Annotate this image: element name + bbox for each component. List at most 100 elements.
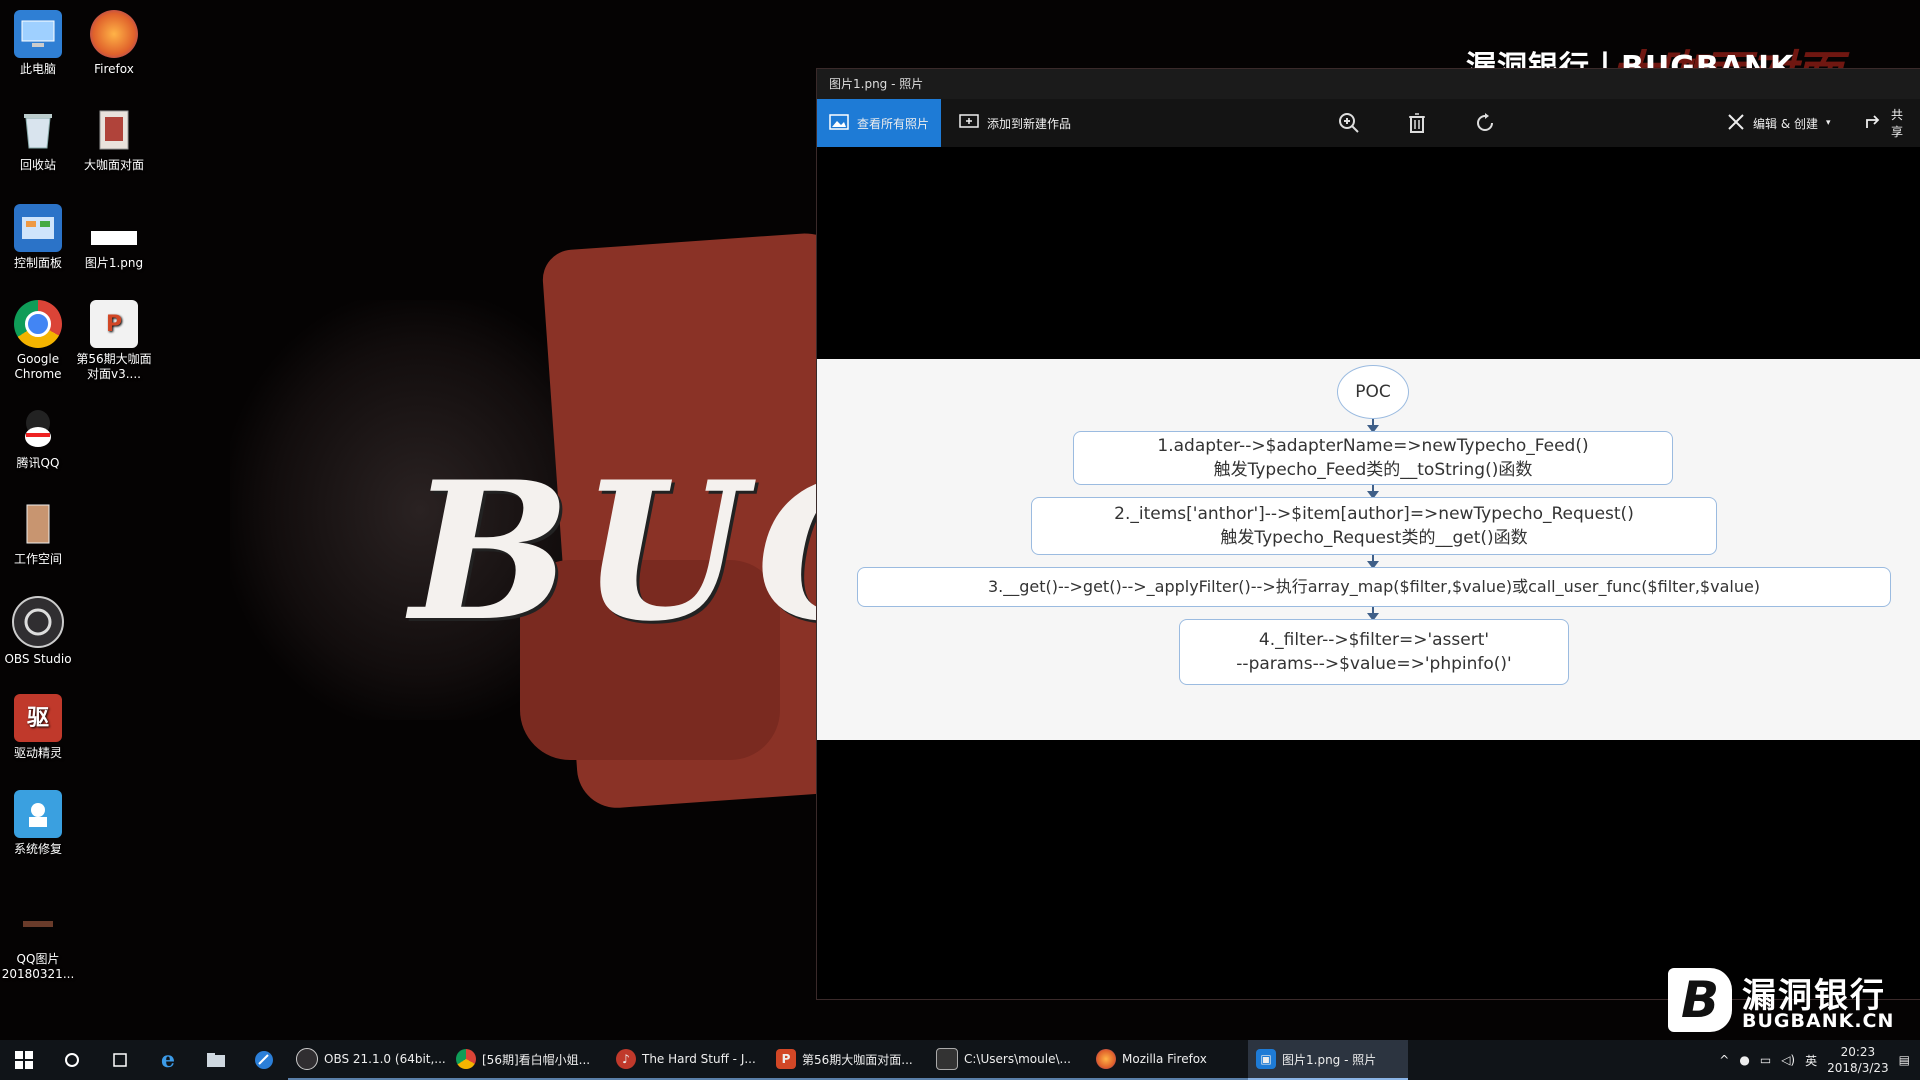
desktop-icon-label: 图片1.png	[84, 256, 144, 270]
desktop-icon-qq[interactable]: 腾讯QQ	[0, 404, 76, 471]
flow-step-line: --params-->$value=>'phpinfo()'	[1236, 654, 1512, 674]
add-to-creation-button[interactable]: 添加到新建作品	[947, 99, 1083, 147]
qq-icon	[14, 404, 62, 452]
edge-icon[interactable]: e	[144, 1040, 192, 1080]
desktop-icon-obs[interactable]: OBS Studio	[0, 596, 76, 667]
desktop-icon-qq-image[interactable]: QQ图片20180321...	[0, 900, 76, 982]
photo-icon	[14, 900, 62, 948]
clock[interactable]: 20:23 2018/3/23	[1827, 1044, 1889, 1076]
flow-step-line: 触发Typecho_Request类的__get()函数	[1220, 528, 1528, 548]
edit-icon	[1727, 113, 1745, 134]
taskbar-item-label: C:\Users\moule\...	[964, 1052, 1071, 1066]
taskbar-item-label: 图片1.png - 照片	[1282, 1052, 1377, 1067]
browser-pinned-icon[interactable]	[240, 1040, 288, 1080]
desktop-icon-this-pc[interactable]: 此电脑	[0, 10, 76, 77]
driver-icon: 驱	[14, 694, 62, 742]
desktop-icon-driver[interactable]: 驱 驱动精灵	[0, 694, 76, 761]
taskbar: e OBS 21.1.0 (64bit,... [56期]看白帽小姐... ♪ …	[0, 1040, 1920, 1080]
taskbar-item-firefox[interactable]: Mozilla Firefox	[1088, 1040, 1248, 1080]
desktop-icon-firefox[interactable]: Firefox	[76, 10, 152, 77]
rotate-icon[interactable]	[1471, 109, 1499, 137]
taskbar-item-label: Mozilla Firefox	[1122, 1052, 1207, 1066]
system-tray: ^ ● ▭ ◁) 英 20:23 2018/3/23 ▤	[1719, 1040, 1920, 1080]
chevron-up-icon[interactable]: ^	[1719, 1053, 1729, 1067]
desktop-icon-label: Google Chrome	[14, 352, 62, 381]
desktop-icon-workspace[interactable]: 工作空间	[0, 500, 76, 567]
desktop-icon-label: 此电脑	[19, 62, 56, 76]
taskbar-item-obs[interactable]: OBS 21.1.0 (64bit,...	[288, 1040, 448, 1080]
desktop-icon-image-file[interactable]: 图片1.png	[76, 204, 152, 271]
taskbar-item-label: The Hard Stuff - J...	[642, 1052, 756, 1066]
desktop-icon-chrome[interactable]: Google Chrome	[0, 300, 76, 382]
desktop-icon-label: 回收站	[19, 158, 56, 172]
obs-icon	[12, 596, 64, 648]
notifications-icon[interactable]: ▤	[1899, 1053, 1910, 1067]
image-icon	[829, 113, 849, 133]
start-button[interactable]	[0, 1040, 48, 1080]
powerpoint-icon: P	[776, 1049, 796, 1069]
desktop-icon-system-repair[interactable]: 系统修复	[0, 790, 76, 857]
add-creation-icon	[959, 113, 979, 133]
desktop-icon-control-panel[interactable]: 控制面板	[0, 204, 76, 271]
desktop-icon-label: 系统修复	[13, 842, 62, 856]
flow-node-poc: POC	[1337, 365, 1409, 419]
desktop-icon-label: 驱动精灵	[13, 746, 62, 760]
terminal-icon	[936, 1048, 958, 1070]
powerpoint-icon: P	[90, 300, 138, 348]
chevron-down-icon: ▾	[1826, 118, 1831, 128]
bugbank-logo: B	[1668, 968, 1732, 1032]
desktop-icon-label: Firefox	[94, 62, 134, 76]
desktop-icon-recycle-bin[interactable]: 回收站	[0, 106, 76, 173]
edit-create-button[interactable]: 编辑 & 创建 ▾	[1715, 99, 1843, 147]
chrome-icon	[14, 300, 62, 348]
flow-arrow	[1367, 485, 1379, 499]
zoom-in-icon[interactable]	[1335, 109, 1363, 137]
flow-node-step2: 2._items['anthor']-->$item[author]=>newT…	[1031, 497, 1717, 555]
bugbank-en-text: BUGBANK.CN	[1742, 1010, 1895, 1032]
network-icon[interactable]: ▭	[1760, 1053, 1771, 1067]
qq-tray-icon[interactable]: ●	[1739, 1053, 1749, 1067]
flow-step-line: 1.adapter-->$adapterName=>newTypecho_Fee…	[1157, 436, 1589, 456]
desktop-icon-powerpoint[interactable]: P 第56期大咖面对面v3....	[76, 300, 152, 382]
share-button[interactable]: 共享	[1853, 99, 1920, 147]
flow-step-line: 触发Typecho_Feed类的__toString()函数	[1213, 460, 1533, 480]
task-view-icon[interactable]	[96, 1040, 144, 1080]
desktop-icon-label: 腾讯QQ	[16, 456, 60, 470]
file-explorer-icon[interactable]	[192, 1040, 240, 1080]
taskbar-item-music[interactable]: ♪ The Hard Stuff - J...	[608, 1040, 768, 1080]
volume-icon[interactable]: ◁)	[1781, 1053, 1795, 1067]
recycle-bin-icon	[14, 106, 62, 154]
music-icon: ♪	[616, 1049, 636, 1069]
clock-date: 2018/3/23	[1827, 1061, 1889, 1075]
view-all-photos-button[interactable]: 查看所有照片	[817, 99, 941, 147]
computer-icon	[14, 10, 62, 58]
desktop-icon-dakamianduimian[interactable]: 大咖面对面	[76, 106, 152, 173]
taskbar-item-photos[interactable]: ▣ 图片1.png - 照片	[1248, 1040, 1408, 1080]
add-to-label: 添加到新建作品	[987, 116, 1072, 131]
taskbar-item-chrome[interactable]: [56期]看白帽小姐...	[448, 1040, 608, 1080]
delete-icon[interactable]	[1403, 109, 1431, 137]
photos-window: 图片1.png - 照片 查看所有照片 添加到新建作品 编辑 & 创建 ▾ 共享…	[816, 68, 1920, 1000]
share-label: 共享	[1891, 108, 1904, 139]
desktop-icon-label: 工作空间	[13, 552, 62, 566]
share-icon	[1865, 114, 1883, 133]
firefox-icon	[1096, 1049, 1116, 1069]
ime-indicator[interactable]: 英	[1805, 1052, 1817, 1069]
document-icon	[90, 106, 138, 154]
taskbar-item-label: [56期]看白帽小姐...	[482, 1052, 591, 1067]
flow-arrow	[1367, 607, 1379, 621]
flow-node-step3: 3.__get()-->get()-->_applyFilter()-->执行a…	[857, 567, 1891, 607]
desktop-icon-label: OBS Studio	[4, 652, 72, 666]
flow-step-line: 4._filter-->$filter=>'assert'	[1258, 630, 1490, 650]
flow-arrow	[1367, 555, 1379, 569]
image-file-icon	[90, 204, 138, 252]
photo-display: POC 1.adapter-->$adapterName=>newTypecho…	[817, 359, 1920, 740]
desktop-icon-label: 控制面板	[13, 256, 62, 270]
taskbar-item-terminal[interactable]: C:\Users\moule\...	[928, 1040, 1088, 1080]
flow-step-line: 2._items['anthor']-->$item[author]=>newT…	[1114, 504, 1634, 524]
cortana-search-icon[interactable]	[48, 1040, 96, 1080]
folder-icon	[14, 500, 62, 548]
windows-icon	[15, 1051, 33, 1069]
taskbar-item-powerpoint[interactable]: P 第56期大咖面对面...	[768, 1040, 928, 1080]
photos-icon: ▣	[1256, 1049, 1276, 1069]
